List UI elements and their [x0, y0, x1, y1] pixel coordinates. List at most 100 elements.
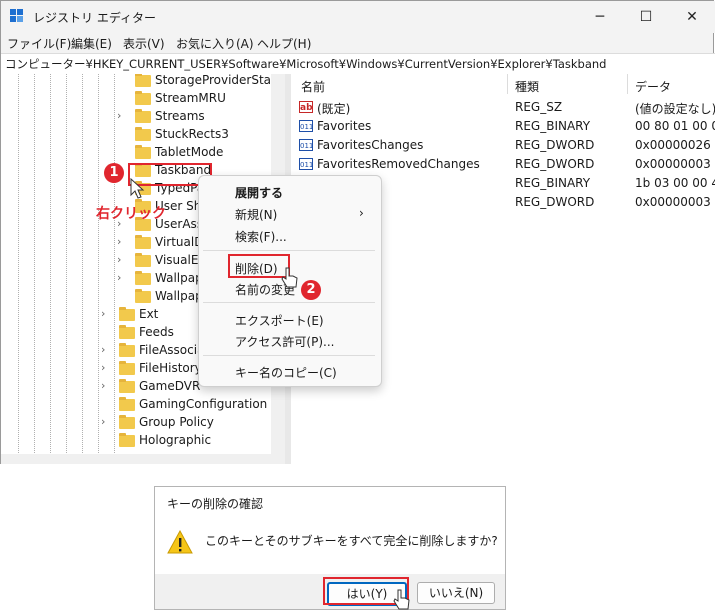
- folder-icon: [135, 271, 151, 285]
- tree-item[interactable]: StreamMRU: [1, 90, 271, 108]
- folder-icon: [119, 325, 135, 339]
- menu-item-export[interactable]: エクスポート(E): [235, 312, 324, 329]
- menu-help[interactable]: ヘルプ(H): [257, 35, 311, 52]
- chevron-right-icon[interactable]: ›: [117, 253, 121, 266]
- address-bar[interactable]: コンピューター¥HKEY_CURRENT_USER¥Software¥Micro…: [1, 53, 715, 75]
- hand-cursor-icon: [281, 267, 298, 288]
- tree-item-label: GamingConfiguration: [139, 397, 268, 411]
- step-2-badge: 2: [301, 280, 321, 300]
- chevron-right-icon[interactable]: ›: [101, 343, 105, 356]
- value-type: REG_DWORD: [515, 138, 595, 152]
- folder-icon: [119, 307, 135, 321]
- value-name: (既定): [317, 102, 351, 116]
- folder-icon: [135, 253, 151, 267]
- chevron-right-icon[interactable]: ›: [117, 109, 121, 122]
- folder-icon: [119, 415, 135, 429]
- tree-item-label: VirtualD: [155, 235, 204, 249]
- tree-item-label: Ext: [139, 307, 159, 321]
- menu-item-expand[interactable]: 展開する: [235, 184, 283, 201]
- menu-item-new[interactable]: 新規(N): [235, 206, 277, 223]
- value-name: FavoritesChanges: [317, 138, 424, 152]
- tree-item[interactable]: TabletMode: [1, 144, 271, 162]
- window-title: レジストリ エディター: [33, 11, 156, 25]
- value-data: 1b 03 00 00 4c 0: [635, 176, 715, 190]
- value-type: REG_SZ: [515, 100, 563, 114]
- column-header-type[interactable]: 種類: [515, 78, 539, 95]
- dialog-title: キーの削除の確認: [167, 497, 264, 511]
- address-path: コンピューター¥HKEY_CURRENT_USER¥Software¥Micro…: [5, 57, 607, 71]
- menu-bar: ファイル(F) 編集(E) 表示(V) お気に入り(A) ヘルプ(H): [1, 33, 715, 53]
- value-row[interactable]: 011 FavoritesRemovedChanges REG_DWORD 0x000…: [291, 155, 715, 174]
- chevron-right-icon[interactable]: ›: [117, 235, 121, 248]
- tree-item[interactable]: StorageProviderStatu: [1, 74, 283, 90]
- column-header-data[interactable]: データ: [635, 78, 671, 95]
- close-button[interactable]: ✕: [669, 1, 715, 33]
- folder-icon: [135, 91, 151, 105]
- folder-icon: [119, 433, 135, 447]
- tree-item-label: Feeds: [139, 325, 174, 339]
- mouse-cursor-icon: [130, 178, 145, 199]
- dialog-message: このキーとそのサブキーをすべて完全に削除しますか?: [205, 534, 498, 548]
- menu-item-find[interactable]: 検索(F)...: [235, 228, 287, 245]
- chevron-right-icon[interactable]: ›: [101, 379, 105, 392]
- folder-icon: [135, 74, 151, 87]
- tree-item[interactable]: GamingConfiguration: [1, 396, 271, 414]
- value-row[interactable]: 011 Favorites REG_BINARY 00 80 01 00 00 3: [291, 117, 715, 136]
- tree-item-label: StreamMRU: [155, 91, 226, 105]
- menu-edit[interactable]: 編集(E): [71, 35, 112, 52]
- step-1-badge: 1: [104, 163, 124, 183]
- binary-value-icon: 011: [299, 139, 313, 151]
- menu-view[interactable]: 表示(V): [123, 35, 165, 52]
- menu-item-copy-key-name[interactable]: キー名のコピー(C): [235, 364, 337, 381]
- chevron-right-icon[interactable]: ›: [101, 361, 105, 374]
- value-data: 0x00000003 (3): [635, 157, 715, 171]
- tree-item[interactable]: StuckRects3: [1, 126, 271, 144]
- value-name: FavoritesRemovedChanges: [317, 157, 480, 171]
- tree-item[interactable]: › Streams: [1, 108, 271, 126]
- warning-icon: [167, 530, 193, 554]
- column-header-name[interactable]: 名前: [301, 78, 325, 95]
- value-data: 0x00000003 (3): [635, 195, 715, 209]
- folder-icon: [135, 109, 151, 123]
- tree-item[interactable]: › Group Policy: [1, 414, 271, 432]
- folder-icon: [119, 397, 135, 411]
- minimize-button[interactable]: ─: [577, 1, 623, 33]
- chevron-right-icon[interactable]: ›: [101, 415, 105, 428]
- folder-icon: [135, 145, 151, 159]
- folder-icon: [135, 127, 151, 141]
- folder-icon: [135, 235, 151, 249]
- chevron-right-icon[interactable]: ›: [101, 307, 105, 320]
- menu-item-permissions[interactable]: アクセス許可(P)...: [235, 333, 334, 350]
- tree-item-label: StorageProviderStatu: [155, 74, 284, 87]
- registry-app-icon: [10, 9, 24, 23]
- chevron-right-icon[interactable]: ›: [117, 271, 121, 284]
- folder-icon: [135, 289, 151, 303]
- value-data: (値の設定なし): [635, 102, 715, 116]
- value-row[interactable]: 011 FavoritesChanges REG_DWORD 0x00000026 (…: [291, 136, 715, 155]
- folder-icon: [119, 379, 135, 393]
- binary-value-icon: 011: [299, 120, 313, 132]
- folder-icon: [119, 343, 135, 357]
- value-type: REG_BINARY: [515, 176, 591, 190]
- menu-favorites[interactable]: お気に入り(A): [176, 35, 254, 52]
- right-click-caption: 右クリック: [96, 206, 166, 222]
- tree-item[interactable]: Holographic: [1, 432, 271, 450]
- tree-item-label: GameDVR: [139, 379, 201, 393]
- submenu-arrow-icon: ›: [359, 206, 364, 220]
- maximize-button[interactable]: ☐: [623, 1, 669, 33]
- binary-value-icon: 011: [299, 158, 313, 170]
- value-type: REG_DWORD: [515, 195, 595, 209]
- string-value-icon: ab: [299, 101, 313, 113]
- value-row[interactable]: ab (既定) REG_SZ (値の設定なし): [291, 98, 715, 117]
- tree-item-label: Wallpap: [155, 271, 203, 285]
- tree-item-label: FileAssocia: [139, 343, 205, 357]
- tree-item-label: TabletMode: [155, 145, 224, 159]
- no-button[interactable]: いいえ(N): [417, 582, 495, 604]
- value-type: REG_BINARY: [515, 119, 591, 133]
- menu-file[interactable]: ファイル(F): [7, 35, 71, 52]
- folder-icon: [119, 361, 135, 375]
- value-type: REG_DWORD: [515, 157, 595, 171]
- hand-cursor-icon: [393, 589, 410, 610]
- title-bar: レジストリ エディター ─ ☐ ✕: [1, 1, 715, 33]
- tree-horizontal-scrollbar[interactable]: [1, 454, 285, 464]
